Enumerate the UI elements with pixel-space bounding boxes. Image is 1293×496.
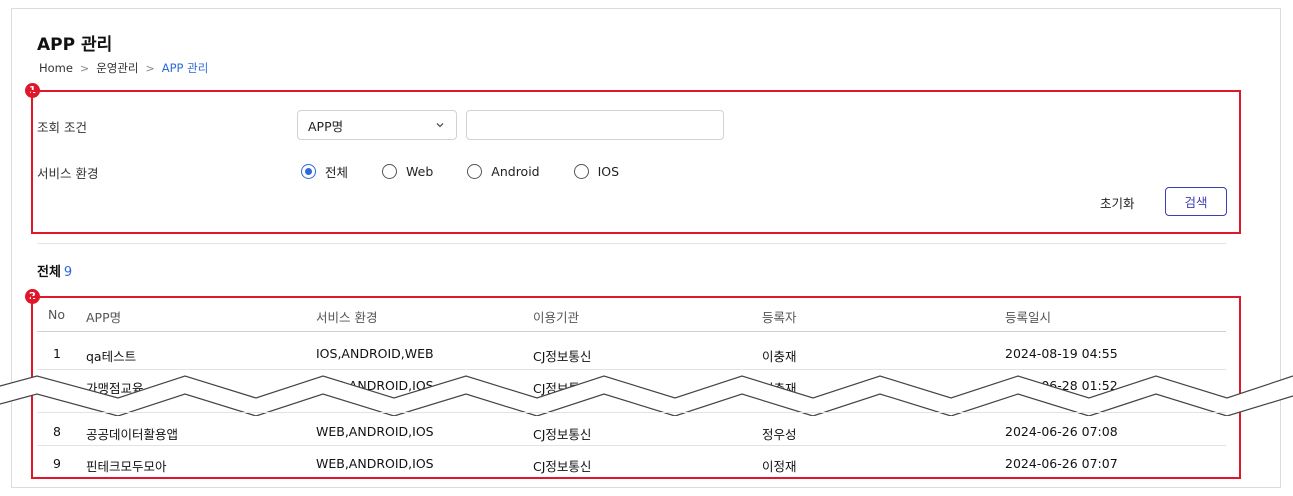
radio-android-label: Android xyxy=(491,164,540,179)
cell-app-name: 공공데이터활용앱 xyxy=(86,427,179,442)
cell-organization: CJ정보통신 xyxy=(533,459,592,474)
cell-app-name: qa테스트 xyxy=(86,349,137,364)
keyword-input[interactable] xyxy=(466,110,724,140)
total-count-value: 9 xyxy=(63,265,73,280)
cell-app-name: 핀테크모두모아 xyxy=(86,459,167,474)
cell-no: 8 xyxy=(53,424,61,439)
header-registrant: 등록자 xyxy=(762,310,797,325)
condition-label: 조회 조건 xyxy=(37,120,87,135)
cell-no: 1 xyxy=(53,346,61,361)
cell-organization: CJ정보통신 xyxy=(533,427,592,442)
condition-select-value: APP명 xyxy=(308,118,344,134)
cell-service-env: WEB,ANDROID,IOS xyxy=(316,456,434,471)
breadcrumb-separator: > xyxy=(145,61,155,75)
condition-select[interactable]: APP명 xyxy=(297,110,457,140)
service-env-radio-group: 전체 Web Android IOS xyxy=(301,162,653,181)
breadcrumb-home[interactable]: Home xyxy=(39,61,73,75)
cell-registered-at: 2024-06-26 07:07 xyxy=(1005,456,1118,471)
radio-unselected-icon xyxy=(382,164,398,179)
breadcrumb: Home > 운영관리 > APP 관리 xyxy=(39,60,208,76)
radio-unselected-icon xyxy=(467,164,483,179)
header-service-env: 서비스 환경 xyxy=(316,310,378,325)
total-label: 전체 xyxy=(37,265,61,280)
service-env-label: 서비스 환경 xyxy=(37,166,99,181)
header-app-name: APP명 xyxy=(86,310,122,325)
radio-all-label: 전체 xyxy=(325,165,349,180)
cell-organization: CJ정보통신 xyxy=(533,349,592,364)
row-divider xyxy=(37,369,1226,370)
radio-web[interactable]: Web xyxy=(382,164,433,179)
radio-ios[interactable]: IOS xyxy=(573,164,620,179)
row-divider xyxy=(37,412,1226,413)
cell-registrant: 정우성 xyxy=(762,427,797,442)
breadcrumb-separator: > xyxy=(79,61,90,75)
cell-registrant: 이정재 xyxy=(762,459,797,474)
row-divider xyxy=(37,445,1226,446)
page-title: APP 관리 xyxy=(37,35,113,55)
header-registered-at: 등록일시 xyxy=(1005,310,1052,325)
cell-registered-at: 2024-06-26 07:08 xyxy=(1005,424,1118,439)
search-button[interactable]: 검색 xyxy=(1165,187,1227,216)
radio-android[interactable]: Android xyxy=(467,164,540,179)
chevron-down-icon xyxy=(436,123,444,128)
radio-all[interactable]: 전체 xyxy=(301,162,348,181)
breadcrumb-operation[interactable]: 운영관리 xyxy=(96,60,138,76)
total-count: 전체 9 xyxy=(37,261,72,280)
cell-registrant: 이충재 xyxy=(762,349,797,364)
reset-button[interactable]: 초기화 xyxy=(1100,193,1135,212)
cell-registered-at: 2024-08-19 04:55 xyxy=(1005,346,1118,361)
header-organization: 이용기관 xyxy=(533,310,580,325)
radio-selected-icon xyxy=(301,164,316,179)
table-break-indicator xyxy=(0,375,1293,416)
cell-service-env: IOS,ANDROID,WEB xyxy=(316,346,434,361)
breadcrumb-current: APP 관리 xyxy=(161,61,209,75)
header-divider xyxy=(37,331,1226,332)
section-divider xyxy=(37,243,1226,244)
radio-web-label: Web xyxy=(406,164,434,179)
radio-unselected-icon xyxy=(573,164,589,179)
cell-no: 9 xyxy=(53,456,61,471)
radio-ios-label: IOS xyxy=(597,164,620,179)
header-no: No xyxy=(48,307,65,322)
cell-service-env: WEB,ANDROID,IOS xyxy=(316,424,434,439)
